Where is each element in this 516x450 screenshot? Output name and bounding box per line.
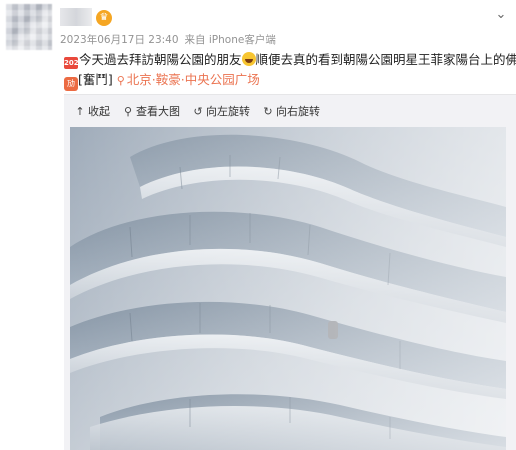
post-meta: 2023年06月17日 23:40 来自 iPhone客户端 xyxy=(60,32,276,47)
rotate-left-label: 向左旋转 xyxy=(206,105,250,118)
view-large-label: 查看大图 xyxy=(136,105,180,118)
image-toolbar: ↑ 收起 ⚲ 查看大图 ↺ 向左旋转 ↻ 向右旋转 xyxy=(74,103,320,119)
crown-badge-icon: ♛ xyxy=(96,10,112,26)
rotate-right-label: 向右旋转 xyxy=(276,105,320,118)
post-timestamp[interactable]: 2023年06月17日 23:40 xyxy=(60,34,179,46)
post-text-line1: 2023今天過去拜訪朝陽公園的朋友 順便去真的看到朝陽公園明星王菲家陽台上的佛像 xyxy=(64,50,516,70)
username-blurred[interactable] xyxy=(60,8,92,26)
post-text-part1: 今天過去拜訪朝陽公園的朋友 xyxy=(79,52,242,67)
location-label: 北京·鞍豪·中央公园广场 xyxy=(126,72,260,87)
post-source: 来自 iPhone客户端 xyxy=(184,34,276,46)
collapse-label: 收起 xyxy=(88,105,110,118)
emoji-tag-text: [奮鬥] xyxy=(78,72,113,87)
collapse-icon: ↑ xyxy=(75,104,85,118)
view-large-button[interactable]: ⚲ 查看大图 xyxy=(122,103,180,119)
post-text-line2: 劢 [奮鬥] ⚲ 北京·鞍豪·中央公园广场 xyxy=(64,70,260,91)
location-pin-icon: ⚲ xyxy=(116,74,125,87)
rotate-right-button[interactable]: ↻ 向右旋转 xyxy=(262,103,320,119)
post-text-part2: 順便去真的看到朝陽公園明星王菲家陽台上的佛像 xyxy=(255,52,516,67)
weibo-post: ♛ ⌄ 2023年06月17日 23:40 来自 iPhone客户端 2023今天… xyxy=(0,0,516,450)
chevron-down-icon[interactable]: ⌄ xyxy=(494,8,508,22)
collapse-button[interactable]: ↑ 收起 xyxy=(74,103,110,119)
building-photo[interactable] xyxy=(70,127,506,450)
rotate-left-button[interactable]: ↺ 向左旋转 xyxy=(192,103,250,119)
location-link[interactable]: ⚲ 北京·鞍豪·中央公园广场 xyxy=(117,72,260,87)
magnifier-icon: ⚲ xyxy=(123,104,133,118)
media-card: ↑ 收起 ⚲ 查看大图 ↺ 向左旋转 ↻ 向右旋转 xyxy=(64,94,516,450)
emoji-2023-icon: 2023 xyxy=(64,57,84,69)
rotate-right-icon: ↻ xyxy=(263,104,273,118)
rotate-left-icon: ↺ xyxy=(193,104,203,118)
fight-emoji-icon: 劢 xyxy=(64,77,78,91)
laughing-emoji-icon xyxy=(241,52,256,66)
avatar[interactable] xyxy=(6,4,52,50)
